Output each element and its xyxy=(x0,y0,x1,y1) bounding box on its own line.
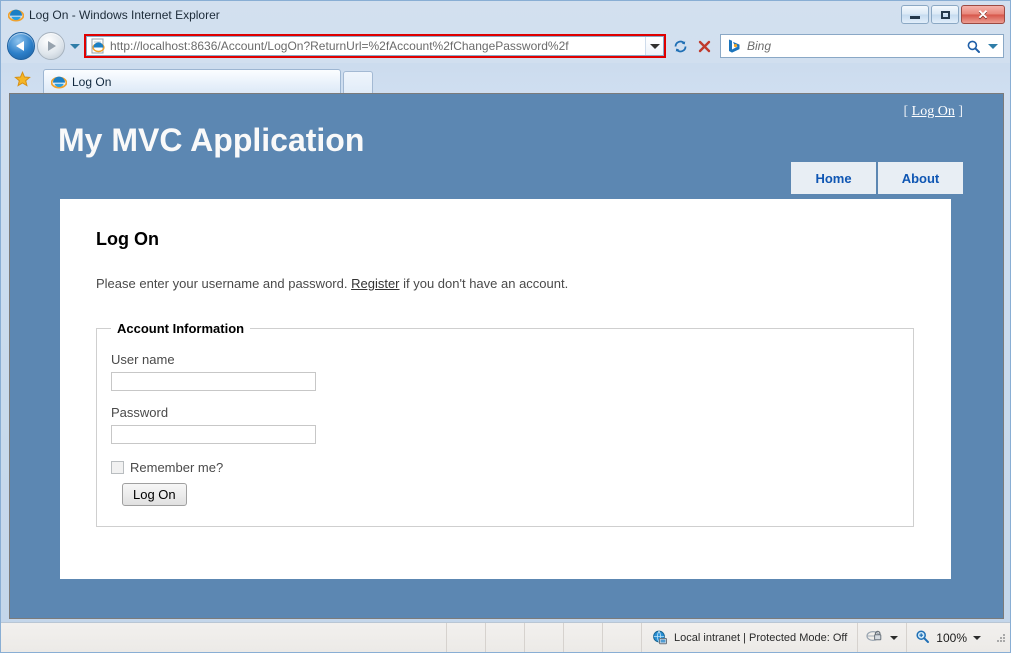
internet-explorer-window: Log On - Windows Internet Explorer ✕ xyxy=(0,0,1011,653)
back-button[interactable] xyxy=(7,32,35,60)
close-icon: ✕ xyxy=(978,8,989,21)
refresh-icon xyxy=(672,38,689,55)
privacy-lock-icon xyxy=(866,628,884,647)
search-icon xyxy=(966,39,981,54)
page-title: Log On xyxy=(96,229,915,250)
globe-icon xyxy=(652,630,668,646)
login-display-suffix: ] xyxy=(955,104,963,119)
resize-grip[interactable] xyxy=(993,631,1007,645)
intro-text-after: if you don't have an account. xyxy=(400,276,569,291)
password-input[interactable] xyxy=(111,425,316,444)
main-content-panel: Log On Please enter your username and pa… xyxy=(60,199,951,579)
stop-button[interactable] xyxy=(692,34,716,58)
status-segment xyxy=(446,623,485,652)
intro-text-before: Please enter your username and password. xyxy=(96,276,351,291)
search-box[interactable]: Bing xyxy=(720,34,1004,58)
intro-paragraph: Please enter your username and password.… xyxy=(96,276,915,291)
address-bar-highlight: http://localhost:8636/Account/LogOn?Retu… xyxy=(84,34,666,58)
address-bar[interactable]: http://localhost:8636/Account/LogOn?Retu… xyxy=(86,36,664,56)
login-display: [ Log On ] xyxy=(903,104,963,120)
close-button[interactable]: ✕ xyxy=(961,5,1005,24)
window-controls: ✕ xyxy=(901,5,1005,24)
favorites-button[interactable] xyxy=(9,68,35,90)
recent-pages-button[interactable] xyxy=(68,44,82,49)
maximize-button[interactable] xyxy=(931,5,959,24)
chevron-down-icon xyxy=(988,44,998,49)
remember-me-checkbox[interactable] xyxy=(111,461,124,474)
title-bar: Log On - Windows Internet Explorer ✕ xyxy=(1,1,1010,29)
login-display-prefix: [ xyxy=(903,104,911,119)
log-on-submit-button[interactable]: Log On xyxy=(122,483,187,506)
site-title: My MVC Application xyxy=(58,122,364,159)
chevron-down-icon xyxy=(973,636,981,640)
status-segment xyxy=(602,623,641,652)
status-message-area xyxy=(1,623,446,652)
zoom-level-text: 100% xyxy=(936,631,967,645)
tab-title: Log On xyxy=(72,75,111,89)
status-segment xyxy=(563,623,602,652)
search-options-button[interactable] xyxy=(983,35,1003,57)
register-link[interactable]: Register xyxy=(351,276,399,291)
web-page: [ Log On ] My MVC Application Home About… xyxy=(10,94,1003,618)
username-label: User name xyxy=(111,352,899,367)
page-header: [ Log On ] My MVC Application Home About xyxy=(10,94,1003,199)
fieldset-legend: Account Information xyxy=(111,321,250,336)
remember-me-label: Remember me? xyxy=(130,460,223,475)
status-bar: Local intranet | Protected Mode: Off xyxy=(1,622,1010,652)
password-label: Password xyxy=(111,405,899,420)
privacy-report-button[interactable] xyxy=(857,623,906,652)
minimize-button[interactable] xyxy=(901,5,929,24)
username-input[interactable] xyxy=(111,372,316,391)
search-submit-button[interactable] xyxy=(963,35,983,57)
chevron-down-icon xyxy=(70,44,80,49)
nav-item-about[interactable]: About xyxy=(878,162,963,194)
account-information-fieldset: Account Information User name Password R… xyxy=(96,321,914,527)
address-dropdown-button[interactable] xyxy=(645,37,663,55)
forward-button[interactable] xyxy=(37,32,65,60)
chevron-down-icon xyxy=(890,636,898,640)
address-text: http://localhost:8636/Account/LogOn?Retu… xyxy=(110,39,645,53)
stop-icon xyxy=(697,39,712,54)
security-zone-indicator[interactable]: Local intranet | Protected Mode: Off xyxy=(641,623,857,652)
bing-icon xyxy=(725,38,743,54)
log-on-link[interactable]: Log On xyxy=(912,104,955,119)
maximize-icon xyxy=(941,11,950,19)
status-segment xyxy=(485,623,524,652)
security-zone-text: Local intranet | Protected Mode: Off xyxy=(674,632,847,644)
nav-item-home[interactable]: Home xyxy=(791,162,876,194)
zoom-control[interactable]: 100% xyxy=(906,623,989,652)
zoom-magnifier-icon xyxy=(915,629,930,647)
chevron-down-icon xyxy=(650,44,660,49)
refresh-button[interactable] xyxy=(668,34,692,58)
tab-favicon-icon xyxy=(51,74,67,90)
minimize-icon xyxy=(910,16,920,19)
navigation-toolbar: http://localhost:8636/Account/LogOn?Retu… xyxy=(1,29,1010,63)
forward-arrow-icon xyxy=(48,41,56,51)
back-arrow-icon xyxy=(16,41,24,51)
page-viewport: [ Log On ] My MVC Application Home About… xyxy=(9,93,1004,619)
main-navigation-menu: Home About xyxy=(789,162,963,194)
window-title: Log On - Windows Internet Explorer xyxy=(29,8,220,22)
search-input[interactable]: Bing xyxy=(747,39,963,53)
new-tab-button[interactable] xyxy=(343,71,373,93)
remember-me-row: Remember me? xyxy=(111,460,899,475)
status-segment xyxy=(524,623,563,652)
star-icon xyxy=(14,71,31,88)
browser-tab-log-on[interactable]: Log On xyxy=(43,69,341,93)
internet-explorer-icon xyxy=(8,7,24,23)
page-favicon-icon xyxy=(90,38,106,54)
tab-bar: Log On xyxy=(1,63,1010,93)
